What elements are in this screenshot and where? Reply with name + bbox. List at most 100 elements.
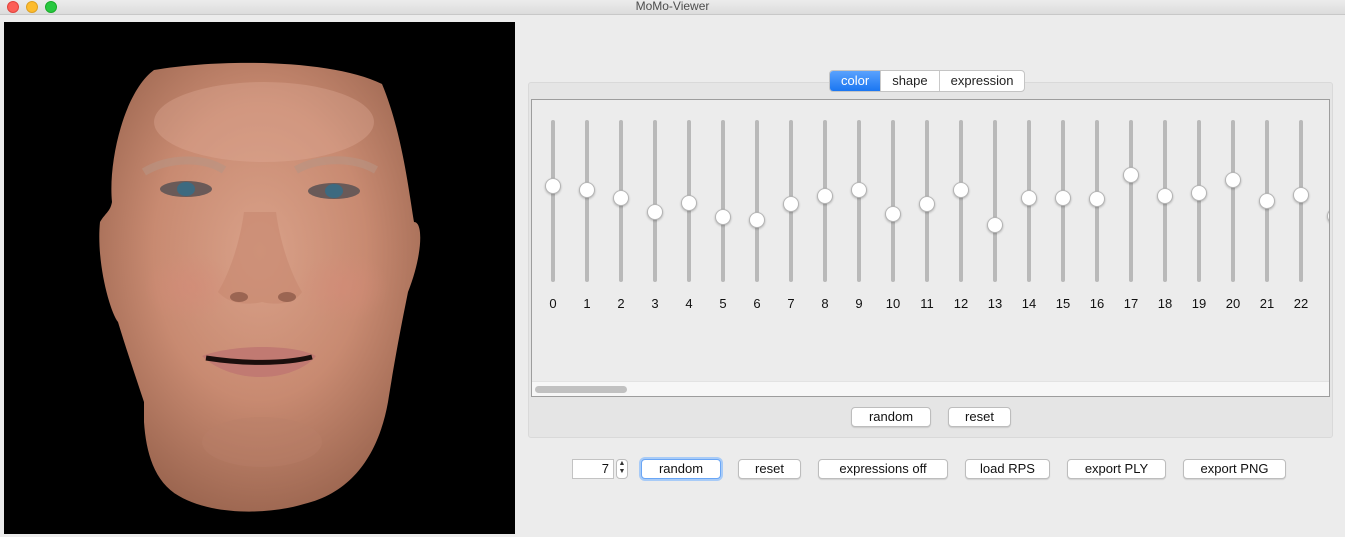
- slider-label: 2: [1320, 296, 1329, 311]
- spinner-down-icon[interactable]: ▼: [617, 468, 627, 476]
- slider-track[interactable]: [551, 120, 555, 282]
- window-title: MoMo-Viewer: [635, 0, 710, 13]
- tab-shape[interactable]: shape: [880, 71, 938, 91]
- color-slider[interactable]: 1: [572, 100, 602, 330]
- tab-color[interactable]: color: [830, 71, 881, 91]
- slider-track[interactable]: [653, 120, 657, 282]
- color-slider[interactable]: 6: [742, 100, 772, 330]
- slider-track[interactable]: [1197, 120, 1201, 282]
- slider-label: 18: [1157, 296, 1173, 311]
- slider-knob[interactable]: [1327, 207, 1329, 224]
- slider-label: 9: [855, 296, 863, 311]
- slider-knob[interactable]: [1021, 189, 1037, 206]
- color-slider[interactable]: 3: [640, 100, 670, 330]
- slider-label: 3: [651, 296, 659, 311]
- slider-knob[interactable]: [885, 205, 901, 222]
- slider-knob[interactable]: [783, 196, 799, 213]
- slider-knob[interactable]: [545, 178, 561, 195]
- slider-knob[interactable]: [953, 181, 969, 198]
- slider-knob[interactable]: [579, 181, 595, 198]
- spinner-up-icon[interactable]: ▲: [617, 460, 627, 468]
- slider-track[interactable]: [857, 120, 861, 282]
- title-bar: MoMo-Viewer: [0, 0, 1345, 15]
- slider-knob[interactable]: [647, 204, 663, 221]
- panel-reset-button[interactable]: reset: [948, 407, 1011, 427]
- slider-knob[interactable]: [1293, 186, 1309, 203]
- slider-track[interactable]: [721, 120, 725, 282]
- slider-knob[interactable]: [1055, 189, 1071, 206]
- slider-track[interactable]: [585, 120, 589, 282]
- color-slider[interactable]: 21: [1252, 100, 1282, 330]
- slider-knob[interactable]: [1157, 188, 1173, 205]
- slider-track[interactable]: [755, 120, 759, 282]
- color-slider[interactable]: 0: [538, 100, 568, 330]
- slider-track[interactable]: [993, 120, 997, 282]
- slider-label: 16: [1089, 296, 1105, 311]
- seed-spinner-field[interactable]: 7: [572, 459, 614, 479]
- color-slider[interactable]: 17: [1116, 100, 1146, 330]
- color-slider[interactable]: 5: [708, 100, 738, 330]
- slider-label: 19: [1191, 296, 1207, 311]
- slider-knob[interactable]: [817, 188, 833, 205]
- color-slider[interactable]: 11: [912, 100, 942, 330]
- horizontal-scrollbar[interactable]: [532, 381, 1329, 396]
- color-slider[interactable]: 20: [1218, 100, 1248, 330]
- slider-knob[interactable]: [749, 212, 765, 229]
- slider-label: 20: [1225, 296, 1241, 311]
- tab-bar: color shape expression: [829, 70, 1026, 92]
- slider-knob[interactable]: [851, 181, 867, 198]
- slider-label: 8: [821, 296, 829, 311]
- slider-track[interactable]: [1129, 120, 1133, 282]
- slider-label: 0: [549, 296, 557, 311]
- color-slider[interactable]: 22: [1286, 100, 1316, 330]
- scrollbar-thumb[interactable]: [535, 386, 627, 393]
- color-slider[interactable]: 8: [810, 100, 840, 330]
- slider-knob[interactable]: [613, 189, 629, 206]
- color-slider[interactable]: 10: [878, 100, 908, 330]
- load-rps-button[interactable]: load RPS: [965, 459, 1050, 479]
- slider-scroll-area[interactable]: 0123456789101112131415161718192021222: [531, 99, 1330, 397]
- slider-track[interactable]: [891, 120, 895, 282]
- color-slider[interactable]: 12: [946, 100, 976, 330]
- slider-label: 7: [787, 296, 795, 311]
- export-png-button[interactable]: export PNG: [1183, 459, 1286, 479]
- slider-label: 2: [617, 296, 625, 311]
- slider-knob[interactable]: [987, 217, 1003, 234]
- color-slider[interactable]: 14: [1014, 100, 1044, 330]
- color-slider[interactable]: 16: [1082, 100, 1112, 330]
- seed-spinner-arrows[interactable]: ▲ ▼: [616, 459, 628, 479]
- color-slider[interactable]: 7: [776, 100, 806, 330]
- expressions-toggle-button[interactable]: expressions off: [818, 459, 948, 479]
- slider-knob[interactable]: [1191, 184, 1207, 201]
- slider-knob[interactable]: [1259, 193, 1275, 209]
- slider-track[interactable]: [1231, 120, 1235, 282]
- export-ply-button[interactable]: export PLY: [1067, 459, 1166, 479]
- slider-knob[interactable]: [919, 196, 935, 213]
- color-slider[interactable]: 18: [1150, 100, 1180, 330]
- slider-label: 12: [953, 296, 969, 311]
- panel-random-button[interactable]: random: [851, 407, 931, 427]
- color-slider[interactable]: 2: [1320, 100, 1329, 330]
- slider-knob[interactable]: [715, 209, 731, 226]
- slider-label: 6: [753, 296, 761, 311]
- slider-label: 17: [1123, 296, 1139, 311]
- slider-label: 14: [1021, 296, 1037, 311]
- slider-knob[interactable]: [1123, 167, 1139, 184]
- color-slider[interactable]: 9: [844, 100, 874, 330]
- face-render-view[interactable]: [4, 22, 515, 534]
- color-slider[interactable]: 4: [674, 100, 704, 330]
- face-model-image: [99, 62, 421, 512]
- color-slider[interactable]: 2: [606, 100, 636, 330]
- color-slider[interactable]: 15: [1048, 100, 1078, 330]
- reset-button[interactable]: reset: [738, 459, 801, 479]
- slider-track[interactable]: [959, 120, 963, 282]
- slider-knob[interactable]: [1089, 191, 1105, 208]
- tab-expression[interactable]: expression: [938, 71, 1025, 91]
- color-slider[interactable]: 19: [1184, 100, 1214, 330]
- random-button[interactable]: random: [641, 459, 721, 479]
- slider-label: 22: [1293, 296, 1309, 311]
- color-slider[interactable]: 13: [980, 100, 1010, 330]
- slider-knob[interactable]: [681, 194, 697, 211]
- slider-label: 13: [987, 296, 1003, 311]
- slider-knob[interactable]: [1225, 171, 1241, 188]
